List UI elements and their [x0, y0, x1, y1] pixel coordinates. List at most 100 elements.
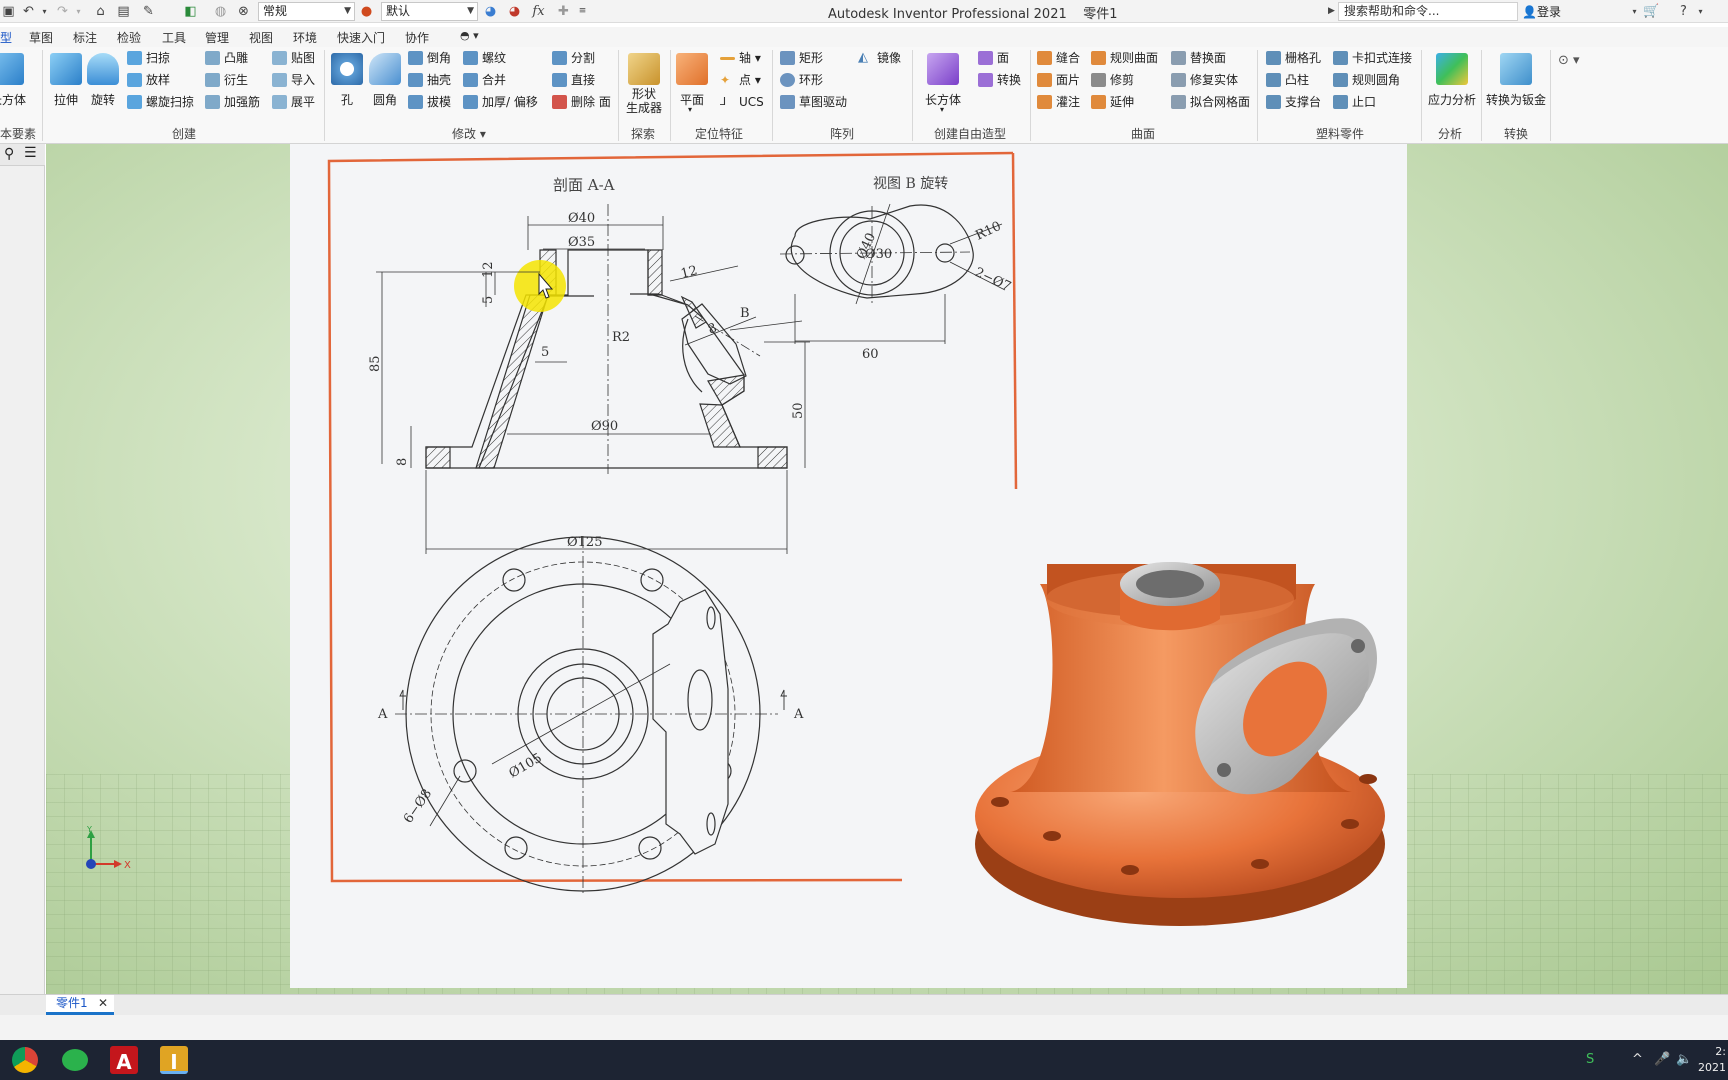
fit-mesh-button[interactable]: 拟合网格面 [1171, 93, 1250, 111]
draft-button[interactable]: 拔模 [408, 93, 451, 111]
mirror-button[interactable]: ◭ 镜像 [858, 49, 901, 67]
inventor-icon[interactable]: I [160, 1046, 188, 1074]
tab-annotate[interactable]: 标注 [73, 29, 97, 46]
patch-button[interactable]: 面片 [1037, 71, 1080, 89]
select-icon[interactable]: ✎ [140, 3, 157, 20]
trim-button[interactable]: 修剪 [1091, 71, 1134, 89]
axis-button[interactable]: 轴 ▾ [720, 49, 761, 67]
sculpt-button[interactable]: 灌注 [1037, 93, 1080, 111]
tab-sketch[interactable]: 草图 [29, 29, 53, 46]
chevron-down-icon[interactable]: ▾ [1626, 3, 1643, 20]
convert-freeform-button[interactable]: 转换 [978, 71, 1021, 89]
cart-icon[interactable]: 🛒 [1643, 3, 1660, 20]
tab-environments[interactable]: 环境 [293, 29, 317, 46]
update-icon[interactable]: ◧ [182, 3, 199, 20]
clear-appearance-icon[interactable]: ◕ [506, 3, 523, 20]
combine-button[interactable]: 合并 [463, 71, 506, 89]
undo-icon[interactable]: ↶ [20, 3, 37, 20]
redo-icon[interactable]: ↷ [54, 3, 71, 20]
rect-pattern-button[interactable]: 矩形 [780, 49, 823, 67]
parameters-icon[interactable]: fx [530, 3, 547, 20]
group-modify-label[interactable]: 修改 ▾ [452, 125, 486, 142]
tab-inspect[interactable]: 检验 [117, 29, 141, 46]
stitch-button[interactable]: 缝合 [1037, 49, 1080, 67]
unwrap-button[interactable]: 展平 [272, 93, 315, 111]
chamfer-button[interactable]: 倒角 [408, 49, 451, 67]
emboss-button[interactable]: 凸雕 [205, 49, 248, 67]
extend-button[interactable]: 延伸 [1091, 93, 1134, 111]
stress-analysis-button[interactable]: 应力分析 [1426, 53, 1478, 108]
chevron-down-icon[interactable]: ▾ [940, 105, 944, 114]
snap-fit-button[interactable]: 卡扣式连接 [1333, 49, 1412, 67]
sogou-icon[interactable]: S [1586, 1052, 1594, 1067]
revolve-button[interactable]: 旋转 [83, 53, 123, 108]
ucs-button[interactable]: ⅃ UCS [720, 93, 764, 111]
customize-icon[interactable]: ≡ [574, 3, 591, 20]
autocad-icon[interactable]: A [110, 1046, 138, 1074]
circ-pattern-button[interactable]: 环形 [780, 71, 823, 89]
graphics-window[interactable]: 剖面 A-A 视图 B 旋转 Ø40 Ø35 12 5 5 12 8 R2 B … [46, 144, 1728, 994]
shape-generator-button[interactable]: 形状 生成器 [622, 53, 666, 115]
point-button[interactable]: ✦ 点 ▾ [720, 71, 761, 89]
tab-get-started[interactable]: 快速入门 [337, 29, 385, 46]
shell-button[interactable]: 抽壳 [408, 71, 451, 89]
adaptive-icon[interactable]: ◍ [212, 3, 229, 20]
chevron-down-icon[interactable]: ▾ [1692, 3, 1709, 20]
face-button[interactable]: 面 [978, 49, 1009, 67]
add-icon[interactable]: ✚ [555, 3, 572, 20]
chrome-icon[interactable] [12, 1047, 38, 1073]
sketch-driven-button[interactable]: 草图驱动 [780, 93, 847, 111]
help-icon[interactable]: ? [1675, 3, 1692, 20]
rib-button[interactable]: 加强筋 [205, 93, 260, 111]
thread-button[interactable]: 螺纹 [463, 49, 506, 67]
decal-button[interactable]: 贴图 [272, 49, 315, 67]
menu-icon[interactable]: ☰ [24, 145, 37, 161]
save-icon[interactable]: ▣ [0, 3, 17, 20]
convert-sheetmetal-button[interactable]: 转换为钣金 [1485, 53, 1547, 108]
help-search-input[interactable]: 搜索帮助和命令... [1338, 2, 1518, 21]
import-button[interactable]: 导入 [272, 71, 315, 89]
wechat-icon[interactable] [62, 1049, 88, 1071]
tray-expand-icon[interactable]: ^ [1632, 1052, 1643, 1067]
login-button[interactable]: 👤登录 [1522, 3, 1561, 20]
close-icon[interactable]: ✕ [98, 995, 108, 1012]
tab-manage[interactable]: 管理 [205, 29, 229, 46]
tab-collaborate[interactable]: 协作 [405, 29, 429, 46]
box-button[interactable]: 长方体 [0, 53, 28, 108]
coil-button[interactable]: 螺旋扫掠 [127, 93, 194, 111]
redo-dropdown-icon[interactable]: ▾ [70, 3, 87, 20]
doc-tab-part1[interactable]: 零件1 ✕ [46, 995, 114, 1015]
split-button[interactable]: 分割 [552, 49, 595, 67]
rule-fillet-button[interactable]: 规则圆角 [1333, 71, 1400, 89]
appearance-dropdown[interactable]: 默认 ▼ [381, 2, 478, 21]
microphone-icon[interactable]: 🎤 [1654, 1052, 1670, 1067]
tab-extra-dropdown[interactable]: ◓ ▾ [460, 29, 479, 42]
hole-button[interactable]: 孔 [327, 53, 367, 108]
adjust-icon[interactable]: ◕ [482, 3, 499, 20]
extrude-button[interactable]: 拉伸 [46, 53, 86, 108]
grill-button[interactable]: 栅格孔 [1266, 49, 1321, 67]
boss-button[interactable]: 凸柱 [1266, 71, 1309, 89]
fillet-button[interactable]: 圆角 [365, 53, 405, 108]
delete-face-button[interactable]: 删除 面 [552, 93, 611, 111]
volume-icon[interactable]: 🔈 [1676, 1052, 1692, 1067]
tab-model[interactable]: 型 [0, 29, 12, 46]
search-icon[interactable]: ⚲ [4, 146, 14, 162]
material-icon[interactable]: ⊗ [235, 3, 252, 20]
rest-button[interactable]: 支撑台 [1266, 93, 1321, 111]
thicken-button[interactable]: 加厚/ 偏移 [463, 93, 538, 111]
lip-button[interactable]: 止口 [1333, 93, 1376, 111]
replace-face-button[interactable]: 替换面 [1171, 49, 1226, 67]
tab-tools[interactable]: 工具 [162, 29, 186, 46]
style-dropdown[interactable]: 常规 ▼ [258, 2, 355, 21]
chevron-down-icon[interactable]: ▾ [688, 105, 692, 114]
ribbon-options-icon[interactable]: ⊙ ▾ [1558, 53, 1580, 68]
sweep-button[interactable]: 扫掠 [127, 49, 170, 67]
repair-bodies-button[interactable]: 修复实体 [1171, 71, 1238, 89]
derive-button[interactable]: 衍生 [205, 71, 248, 89]
undo-dropdown-icon[interactable]: ▾ [36, 3, 53, 20]
color-ball-icon[interactable]: ● [358, 3, 375, 20]
clock[interactable]: 2: 2021 [1698, 1044, 1726, 1076]
loft-button[interactable]: 放样 [127, 71, 170, 89]
freeform-box-button[interactable]: 长方体 [923, 53, 963, 108]
